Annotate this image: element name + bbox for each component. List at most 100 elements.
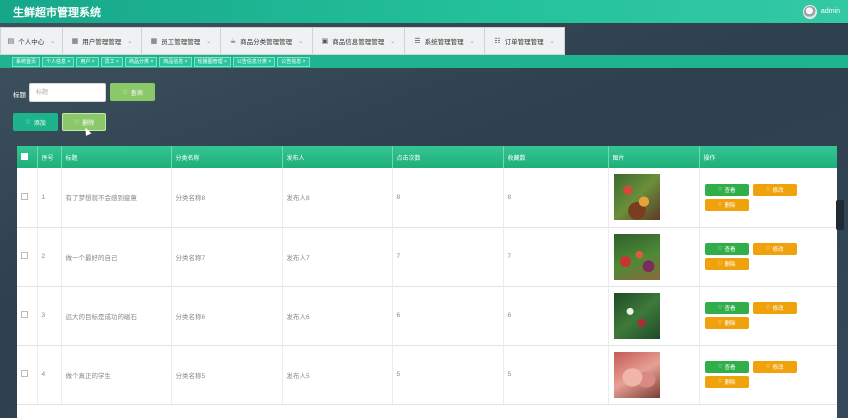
cell-image [608,286,700,345]
row-select-cell[interactable] [17,227,38,286]
tab-0[interactable]: 系统首页 [12,56,41,67]
row-select-cell[interactable] [17,286,38,345]
table-row: 4 做个真正的学生 分类名称5 发布人5 5 5 ♡ 查看 ♡ 修改 ♡ 删除 [17,345,837,404]
view-button[interactable]: ♡ 查看 [704,183,749,196]
menu-item-3[interactable]: ☕ 商品分类管理管理 ⌄ [221,27,313,55]
view-button[interactable]: ♡ 查看 [704,361,749,373]
menu-item-0[interactable]: ▤ 个人中心 ⌄ [0,27,63,55]
avatar[interactable] [802,4,817,19]
header-title[interactable]: 标题 [61,146,172,168]
table-row: 2 做一个最好的自己 分类名称7 发布人7 7 7 ♡ 查看 ♡ 修改 ♡ 删除 [17,227,837,286]
cell-actions: ♡ 查看 ♡ 修改 ♡ 删除 [699,345,837,404]
heart-icon: ♡ [73,119,80,126]
view-button-label: 查看 [724,187,736,194]
cell-index: 4 [37,345,62,404]
page-scrollbar[interactable] [836,200,844,230]
product-thumbnail[interactable] [613,292,660,339]
cell-category: 分类名称5 [171,345,283,404]
row-delete-button-label: 删除 [724,202,736,209]
menu-item-1[interactable]: ▦ 用户管理管理 ⌄ [63,27,142,55]
edit-button[interactable]: ♡ 修改 [752,302,797,314]
row-checkbox[interactable] [21,370,28,377]
row-checkbox[interactable] [21,192,28,200]
tab-2[interactable]: 用户 × [76,56,99,67]
query-button[interactable]: ♡ 查询 [110,83,155,101]
menu-icon: ☷ [494,38,501,45]
menu-item-label: 用户管理管理 [82,39,122,46]
chevron-down-icon: ⌄ [469,38,475,45]
view-button-label: 查看 [724,306,736,312]
view-button[interactable]: ♡ 查看 [704,302,749,314]
cell-image [608,227,700,286]
chevron-down-icon: ⌄ [127,38,133,45]
data-table: 序号 标题 分类名称 发布人 点击次数 收藏数 图片 操作 1 有了梦想就不会感到… [17,146,837,418]
edit-button[interactable]: ♡ 修改 [752,183,797,196]
delete-button-label: 删除 [82,120,95,127]
tab-4[interactable]: 商品分类 × [124,56,158,67]
select-all-checkbox[interactable] [21,152,28,160]
header-favorites[interactable]: 收藏数 [503,146,609,168]
menu-icon: ▤ [7,38,15,45]
cell-index: 1 [37,168,62,227]
heart-icon: ♡ [765,246,771,252]
edit-button[interactable]: ♡ 修改 [752,243,797,255]
row-delete-button[interactable]: ♡ 删除 [704,258,749,270]
edit-button[interactable]: ♡ 修改 [752,361,797,373]
chevron-down-icon: ⌄ [206,38,212,45]
heart-icon: ♡ [765,364,771,370]
tab-8[interactable]: 公告信息 × [277,56,310,67]
user-menu[interactable]: admin [802,4,840,19]
cell-publisher: 发布人7 [282,227,393,286]
row-checkbox[interactable] [21,311,28,318]
heart-icon: ♡ [717,379,723,385]
row-select-cell[interactable] [17,168,38,227]
menu-icon: ▦ [71,38,79,45]
product-thumbnail[interactable] [613,174,660,221]
product-thumbnail[interactable] [613,351,660,398]
cell-title: 有了梦想就不会感到疲惫 [61,168,172,227]
tab-3[interactable]: 员工 × [100,56,123,67]
row-select-cell[interactable] [17,345,38,404]
cell-title: 做一个最好的自己 [61,227,172,286]
add-button[interactable]: ♡ 添加 [13,113,58,131]
select-all-cell[interactable] [17,146,38,168]
heart-icon: ♡ [765,186,771,193]
tab-6[interactable]: 轮播图管理 × [193,56,231,67]
tab-5[interactable]: 商品信息 × [159,56,192,67]
menu-item-6[interactable]: ☷ 订单管理管理 ⌄ [485,27,565,55]
cell-index: 3 [37,286,62,345]
row-delete-button-label: 删除 [724,380,736,386]
menu-item-4[interactable]: ▣ 商品信息管理管理 ⌄ [313,27,405,55]
cell-favorites: 5 [503,345,609,404]
menu-icon: ☰ [414,38,421,45]
chevron-down-icon: ⌄ [390,38,396,45]
chevron-down-icon: ⌄ [50,38,56,45]
tab-1[interactable]: 个人信息 × [42,56,75,67]
menu-item-5[interactable]: ☰ 系统管理管理 ⌄ [405,27,485,55]
tab-7[interactable]: 公告信息分类 × [232,56,276,67]
row-delete-button[interactable]: ♡ 删除 [704,198,749,211]
product-thumbnail[interactable] [613,233,660,280]
username[interactable]: admin [821,8,840,15]
cell-favorites: 8 [503,168,609,227]
cell-category: 分类名称7 [171,227,283,286]
heart-icon: ♡ [717,305,723,311]
cell-actions: ♡ 查看 ♡ 修改 ♡ 删除 [699,168,837,227]
menu-icon: ☕ [229,38,237,45]
header-publisher[interactable]: 发布人 [282,146,393,168]
menu-item-label: 商品分类管理管理 [240,39,293,46]
header-clicks[interactable]: 点击次数 [392,146,504,168]
row-delete-button[interactable]: ♡ 删除 [704,376,749,388]
cell-clicks: 5 [392,345,504,404]
row-checkbox[interactable] [21,252,28,259]
table-row: 1 有了梦想就不会感到疲惫 分类名称8 发布人8 8 8 ♡ 查看 ♡ 修改 ♡ 删除 [17,168,837,227]
view-button[interactable]: ♡ 查看 [704,243,749,255]
search-input[interactable] [29,83,106,102]
edit-button-label: 修改 [772,187,784,194]
menu-item-2[interactable]: ▦ 员工管理管理 ⌄ [142,27,221,55]
edit-button-label: 修改 [772,365,784,371]
chevron-down-icon: ⌄ [549,38,555,45]
header-category[interactable]: 分类名称 [171,146,283,168]
row-delete-button[interactable]: ♡ 删除 [704,317,749,329]
header-index: 序号 [37,146,62,168]
